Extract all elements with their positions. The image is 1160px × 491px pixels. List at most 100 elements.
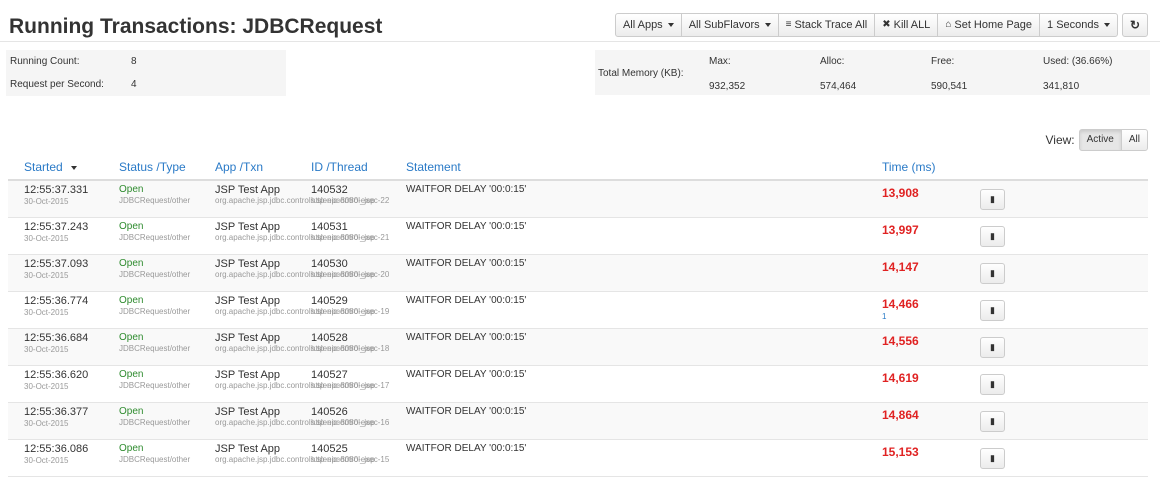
view-all-button[interactable]: All (1120, 129, 1148, 151)
thread-name: http-nio-8080-exec-22 (311, 196, 390, 205)
all-apps-label: All Apps (622, 19, 663, 31)
refresh-button[interactable]: ↻ (1122, 13, 1148, 37)
app-name: JSP Test App (215, 369, 281, 381)
statement: WAITFOR DELAY '00:0:15' (406, 184, 527, 195)
type: JDBCRequest/other (119, 270, 191, 279)
home-icon: ⌂ (945, 19, 952, 30)
column-id[interactable]: ID /Thread (311, 160, 368, 174)
row-detail-button[interactable]: ▮ (980, 448, 1005, 469)
book-icon: ▮ (990, 231, 995, 241)
type: JDBCRequest/other (119, 381, 191, 390)
transactions-table: Started Status /Type App /Txn ID /Thread… (8, 157, 1148, 477)
memory-alloc: Alloc: 574,464 (820, 56, 856, 92)
txn-id: 140526 (311, 406, 348, 418)
all-apps-dropdown[interactable]: All Apps (614, 13, 682, 37)
elapsed-ms: 14,556 (882, 334, 919, 348)
column-started[interactable]: Started (24, 160, 77, 174)
txn-id: 140528 (311, 332, 348, 344)
elapsed-ms: 13,908 (882, 186, 919, 200)
table-row: 12:55:36.620 30-Oct-2015 Open JDBCReques… (8, 366, 1148, 403)
started-date: 30-Oct-2015 (24, 345, 69, 354)
started-time: 12:55:36.086 (24, 443, 89, 455)
started-date: 30-Oct-2015 (24, 382, 69, 391)
thread-name: http-nio-8080-exec-16 (311, 418, 390, 427)
column-time[interactable]: Time (ms) (882, 160, 936, 174)
started-time: 12:55:37.093 (24, 258, 89, 270)
status: Open (119, 332, 144, 343)
memory-max-label: Max: (709, 56, 731, 67)
book-icon: ▮ (990, 268, 995, 278)
memory-max: Max: 932,352 (709, 56, 745, 92)
row-detail-button[interactable]: ▮ (980, 263, 1005, 284)
set-home-page-button[interactable]: ⌂ Set Home Page (937, 13, 1041, 37)
app-name: JSP Test App (215, 184, 281, 196)
memory-used: Used: (36.66%) 341,810 (1043, 56, 1112, 92)
started-time: 12:55:37.243 (24, 221, 89, 233)
row-detail-button[interactable]: ▮ (980, 374, 1005, 395)
type: JDBCRequest/other (119, 233, 191, 242)
book-icon: ▮ (990, 416, 995, 426)
interval-dropdown[interactable]: 1 Seconds (1039, 13, 1118, 37)
elapsed-ms: 15,153 (882, 445, 919, 459)
thread-name: http-nio-8080-exec-19 (311, 307, 390, 316)
running-count-value: 8 (131, 56, 137, 67)
status: Open (119, 369, 144, 380)
book-icon: ▮ (990, 194, 995, 204)
started-date: 30-Oct-2015 (24, 456, 69, 465)
running-count-row: Running Count: 8 (6, 50, 286, 73)
row-detail-button[interactable]: ▮ (980, 300, 1005, 321)
statement: WAITFOR DELAY '00:0:15' (406, 369, 527, 380)
txn-id: 140527 (311, 369, 348, 381)
running-count-label: Running Count: (10, 56, 80, 67)
memory-free-label: Free: (931, 56, 955, 67)
table-row: 12:55:36.684 30-Oct-2015 Open JDBCReques… (8, 329, 1148, 366)
stack-trace-all-button[interactable]: ≡ Stack Trace All (777, 13, 876, 37)
column-started-label: Started (24, 160, 63, 174)
statement: WAITFOR DELAY '00:0:15' (406, 258, 527, 269)
started-time: 12:55:36.620 (24, 369, 89, 381)
status: Open (119, 221, 144, 232)
table-row: 12:55:37.243 30-Oct-2015 Open JDBCReques… (8, 218, 1148, 255)
row-detail-button[interactable]: ▮ (980, 411, 1005, 432)
book-icon: ▮ (990, 342, 995, 352)
row-detail-button[interactable]: ▮ (980, 226, 1005, 247)
memory-alloc-label: Alloc: (820, 56, 845, 67)
table-row: 12:55:36.086 30-Oct-2015 Open JDBCReques… (8, 440, 1148, 477)
thread-name: http-nio-8080-exec-15 (311, 455, 390, 464)
view-active-button[interactable]: Active (1078, 129, 1122, 151)
txn-id: 140530 (311, 258, 348, 270)
thread-name: http-nio-8080-exec-17 (311, 381, 390, 390)
elapsed-ms: 14,864 (882, 408, 919, 422)
column-status[interactable]: Status /Type (119, 160, 186, 174)
txn-id: 140532 (311, 184, 348, 196)
interval-label: 1 Seconds (1047, 19, 1099, 31)
column-statement[interactable]: Statement (406, 160, 461, 174)
view-label: View: (1045, 133, 1075, 147)
elapsed-ms: 14,466 (882, 297, 919, 311)
txn-name: org.apache.jsp.jdbc.controls.sleepcontro… (215, 270, 375, 279)
all-subflavors-dropdown[interactable]: All SubFlavors (680, 13, 779, 37)
stats-panel: Running Count: 8 Request per Second: 4 (6, 50, 286, 96)
kill-all-button[interactable]: ✖ Kill ALL (874, 13, 939, 37)
started-time: 12:55:36.377 (24, 406, 89, 418)
align-left-icon: ≡ (785, 19, 792, 30)
row-detail-button[interactable]: ▮ (980, 189, 1005, 210)
status: Open (119, 443, 144, 454)
status: Open (119, 295, 144, 306)
rps-value: 4 (131, 79, 137, 90)
type: JDBCRequest/other (119, 307, 191, 316)
column-app[interactable]: App /Txn (215, 160, 263, 174)
thread-name: http-nio-8080-exec-20 (311, 270, 390, 279)
started-time: 12:55:36.774 (24, 295, 89, 307)
caret-down-icon (1104, 23, 1110, 27)
page-header: Running Transactions: JDBCRequest All Ap… (0, 0, 1160, 42)
txn-name: org.apache.jsp.jdbc.controls.sleepcontro… (215, 455, 375, 464)
app-name: JSP Test App (215, 443, 281, 455)
memory-panel: Total Memory (KB): Max: 932,352 Alloc: 5… (595, 50, 1150, 95)
statement: WAITFOR DELAY '00:0:15' (406, 295, 527, 306)
elapsed-sub: 1 (882, 312, 887, 321)
table-row: 12:55:37.331 30-Oct-2015 Open JDBCReques… (8, 181, 1148, 218)
type: JDBCRequest/other (119, 455, 191, 464)
caret-down-icon (667, 23, 674, 27)
row-detail-button[interactable]: ▮ (980, 337, 1005, 358)
